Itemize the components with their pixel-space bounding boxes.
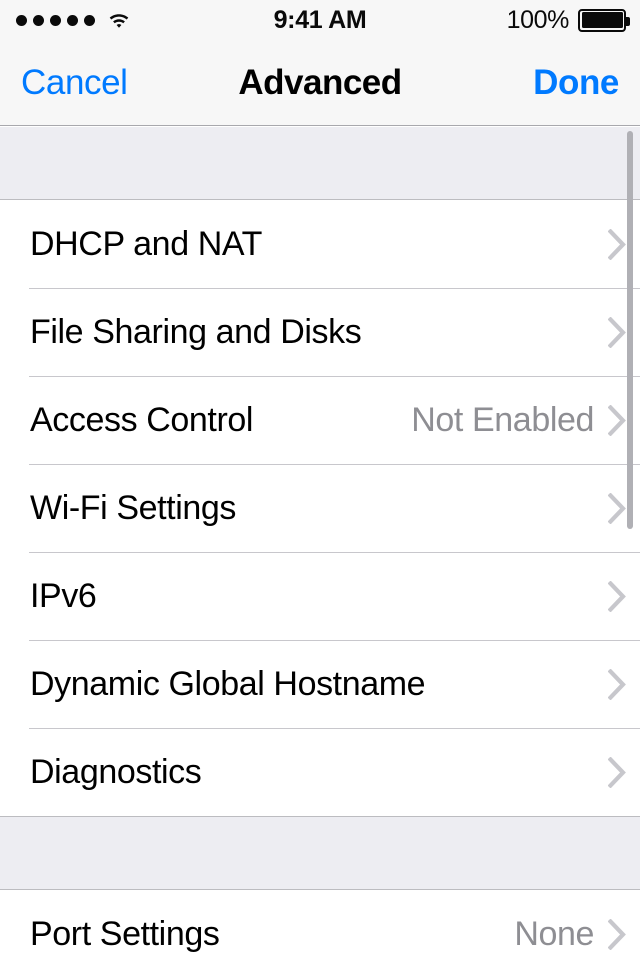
navigation-bar: Cancel Advanced Done [0, 40, 640, 126]
chevron-right-icon [608, 580, 626, 612]
settings-row-label: Dynamic Global Hostname [30, 664, 426, 703]
section-header-spacer-middle [0, 816, 640, 890]
status-bar: 9:41 AM 100% [0, 0, 640, 40]
settings-row[interactable]: Diagnostics [0, 728, 640, 816]
settings-row-label: IPv6 [30, 576, 97, 615]
chevron-right-icon [608, 756, 626, 788]
settings-row[interactable]: File Sharing and Disks [0, 288, 640, 376]
vertical-scrollbar[interactable] [627, 131, 633, 529]
done-button[interactable]: Done [533, 63, 619, 103]
chevron-right-icon [608, 492, 626, 524]
settings-row[interactable]: Port Settings None [0, 890, 640, 960]
settings-row[interactable]: IPv6 [0, 552, 640, 640]
battery-icon [578, 8, 630, 32]
chevron-right-icon [608, 404, 626, 436]
settings-table[interactable]: DHCP and NAT File Sharing and Disks Access… [0, 127, 640, 960]
battery-percent-label: 100% [506, 5, 570, 34]
chevron-right-icon [608, 316, 626, 348]
settings-row-label: Port Settings [30, 914, 220, 953]
chevron-right-icon [608, 668, 626, 700]
settings-row-label: Access Control [30, 400, 254, 439]
chevron-right-icon [608, 918, 626, 950]
section-header-spacer-top [0, 127, 640, 200]
settings-row[interactable]: Wi-Fi Settings [0, 464, 640, 552]
settings-row-label: Diagnostics [30, 752, 202, 791]
settings-row-label: Wi-Fi Settings [30, 488, 236, 527]
settings-row-label: File Sharing and Disks [30, 312, 362, 351]
settings-row-value: None [514, 914, 594, 953]
settings-group-primary: DHCP and NAT File Sharing and Disks Access… [0, 200, 640, 816]
iphone-screen: 9:41 AM 100% Cancel Advanced Done DHCP a… [0, 0, 640, 960]
settings-group-ports: Port Settings None [0, 890, 640, 960]
settings-row-value: Not Enabled [411, 400, 594, 439]
settings-row[interactable]: Dynamic Global Hostname [0, 640, 640, 728]
chevron-right-icon [608, 228, 626, 260]
settings-row[interactable]: DHCP and NAT [0, 200, 640, 288]
settings-row-label: DHCP and NAT [30, 224, 263, 263]
status-bar-right: 100% [506, 5, 630, 35]
settings-row[interactable]: Access Control Not Enabled [0, 376, 640, 464]
